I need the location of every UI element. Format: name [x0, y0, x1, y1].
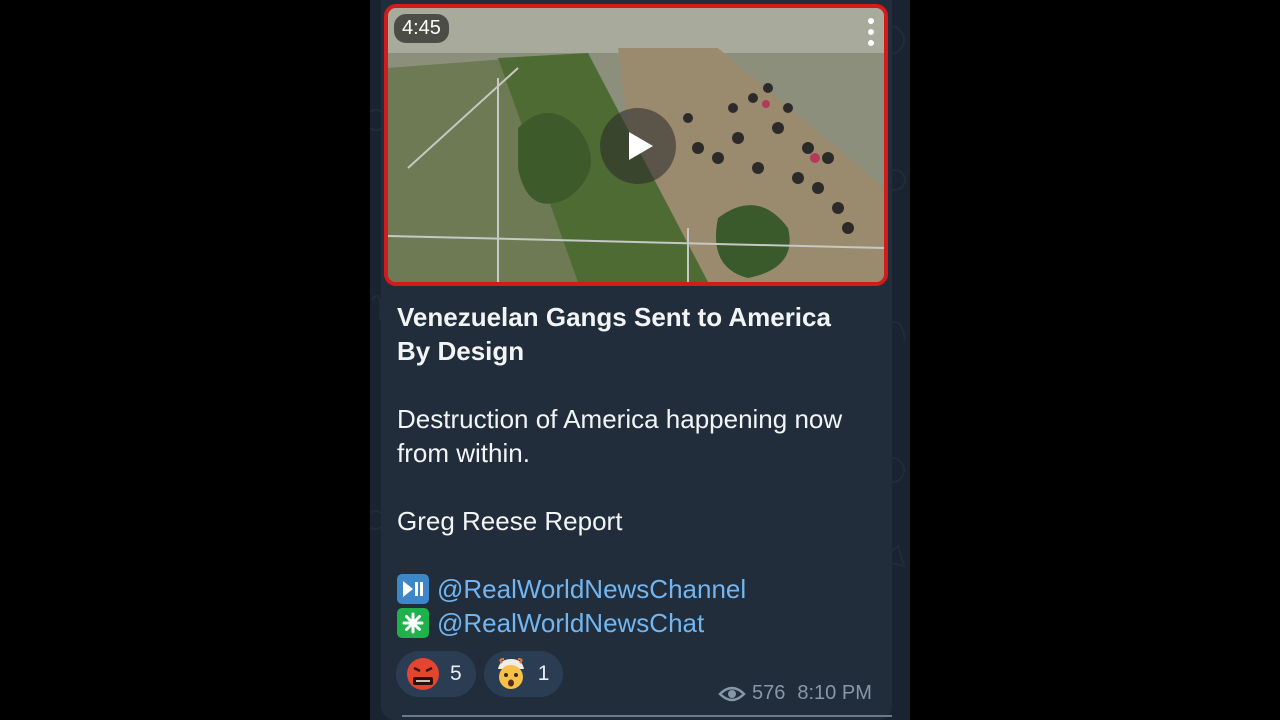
video-duration-badge: 4:45 — [394, 14, 449, 43]
play-pause-emoji — [397, 574, 429, 604]
reactions-bar: 5 1 — [396, 651, 571, 697]
channel-link-row[interactable]: @RealWorldNewsChannel — [397, 572, 867, 606]
post-links: @RealWorldNewsChannel @RealWorldNewsChat — [397, 572, 867, 640]
play-button[interactable] — [600, 108, 676, 184]
reaction-exploding-head[interactable]: 1 — [483, 651, 564, 697]
post-source: Greg Reese Report — [397, 506, 623, 536]
eye-icon — [718, 686, 746, 701]
message-meta: 576 8:10 PM — [718, 682, 872, 705]
view-count: 576 — [752, 682, 786, 704]
divider — [402, 715, 892, 717]
more-vertical-icon[interactable] — [864, 16, 878, 50]
exploding-head-emoji — [497, 658, 524, 689]
reaction-count: 1 — [537, 662, 550, 685]
post-paragraph: Destruction of America happening now fro… — [397, 404, 843, 468]
chat-link-row[interactable]: @RealWorldNewsChat — [397, 606, 867, 640]
message-time: 8:10 PM — [797, 682, 872, 704]
chat-link[interactable]: @RealWorldNewsChat — [437, 606, 704, 640]
channel-link[interactable]: @RealWorldNewsChannel — [437, 572, 746, 606]
message-text: Venezuelan Gangs Sent to America By Desi… — [397, 300, 867, 640]
eight-spoked-asterisk-emoji — [397, 608, 429, 638]
video-thumbnail[interactable]: 4:45 — [384, 4, 888, 286]
reaction-cursing-face[interactable]: 5 — [396, 651, 476, 697]
telegram-chat-view: 4:45 Venezuelan Gangs Sent to America By… — [370, 0, 910, 720]
cursing-face-emoji — [407, 658, 439, 690]
post-title: Venezuelan Gangs Sent to America By Desi… — [397, 302, 831, 366]
play-icon — [629, 132, 653, 160]
reaction-count: 5 — [450, 662, 462, 685]
